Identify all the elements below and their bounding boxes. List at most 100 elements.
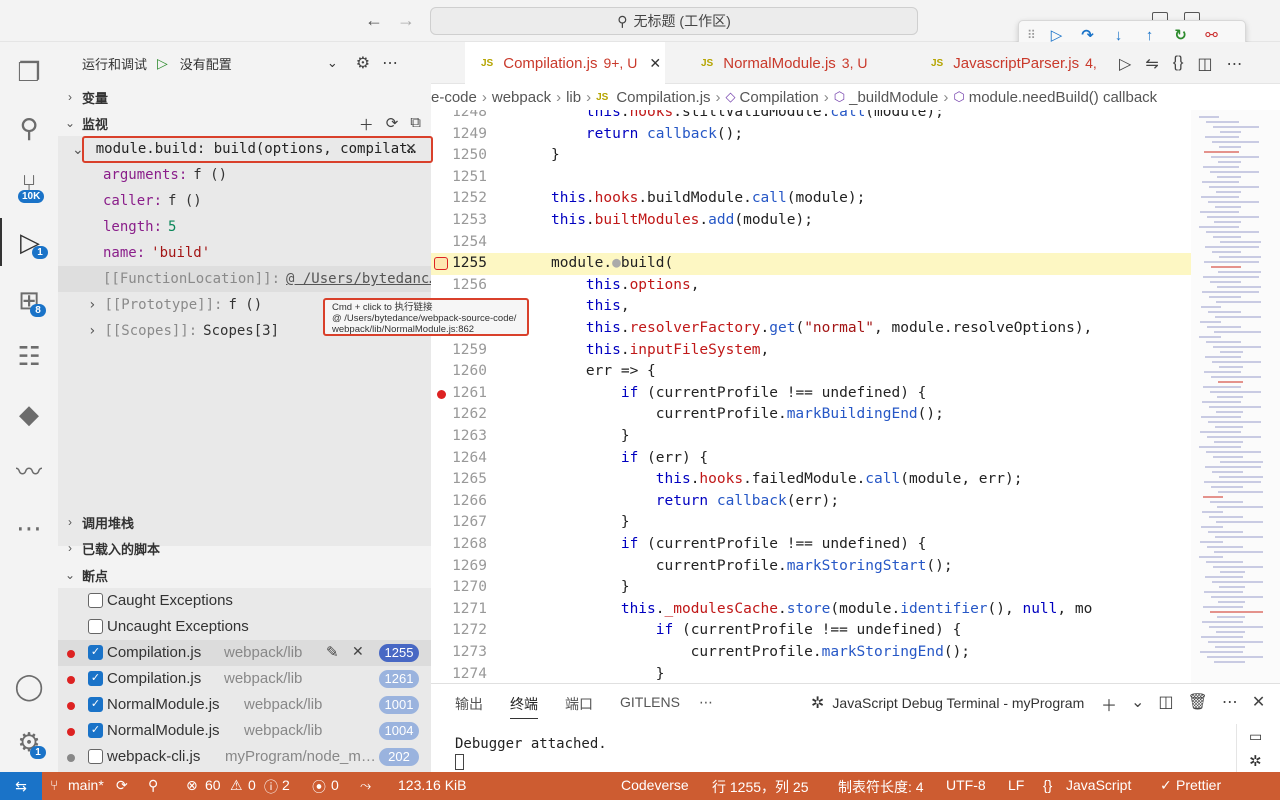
breakpoint-row[interactable]: ✓ NormalModule.js webpack/lib 1004 — [58, 718, 431, 744]
end-of-line[interactable]: LF — [1008, 777, 1024, 793]
more-actions-icon[interactable]: ⋯ — [382, 53, 398, 73]
code-line[interactable]: 1261 if (currentProfile !== undefined) { — [431, 383, 1191, 405]
collapse-all-icon[interactable]: ⧉ — [410, 114, 421, 135]
sync-icon[interactable]: ⟳ — [116, 777, 128, 794]
chevron-down-icon[interactable]: ⌄ — [1131, 692, 1144, 716]
breadcrumb-item[interactable]: e-code — [431, 89, 477, 106]
encoding[interactable]: UTF-8 — [946, 777, 986, 793]
section-call-stack[interactable]: › 调用堆栈 — [58, 509, 431, 535]
panel-tab-output[interactable]: 输出 — [455, 694, 483, 714]
git-graph-icon[interactable]: ⚲ — [148, 777, 158, 794]
checkbox[interactable] — [88, 619, 103, 634]
info-count[interactable]: 2 — [282, 777, 290, 793]
code-editor[interactable]: 1248 this.hooks.stillValidModule.call(mo… — [431, 110, 1280, 683]
extensions-icon[interactable]: ⊞ 8 — [0, 276, 58, 324]
section-loaded-scripts[interactable]: › 已载入的脚本 — [58, 535, 431, 561]
code-line[interactable]: 1257 this, — [431, 296, 1191, 318]
panel-tab-ports[interactable]: 端口 — [565, 694, 593, 714]
edit-pencil-icon[interactable]: ✎ — [326, 643, 339, 661]
breakpoint-row[interactable]: webpack-cli.js myProgram/node_m… 202 — [58, 744, 431, 770]
checkbox[interactable]: ✓ — [88, 671, 103, 686]
more-icon[interactable]: ⋯ — [0, 504, 58, 552]
code-line[interactable]: 1263 } — [431, 426, 1191, 448]
code-line[interactable]: 1264 if (err) { — [431, 448, 1191, 470]
kotlin-icon[interactable]: ◆ — [0, 390, 58, 438]
watch-child-row[interactable]: length: 5 — [58, 214, 431, 240]
error-count[interactable]: 60 — [205, 777, 221, 793]
checkbox[interactable]: ✓ — [88, 723, 103, 738]
debug-launch-icon[interactable]: ⤳ — [360, 777, 371, 794]
code-line[interactable]: 1254 — [431, 232, 1191, 254]
git-branch[interactable]: main* — [68, 777, 104, 793]
function-location-link[interactable]: @ /Users/bytedanc… — [286, 271, 431, 287]
ports-count[interactable]: 0 — [331, 777, 339, 793]
breadcrumb-item[interactable]: module.needBuild() callback — [969, 89, 1157, 106]
start-debugging-icon[interactable]: ▷ — [157, 55, 168, 72]
run-icon[interactable]: ▷ — [1119, 54, 1131, 74]
breadcrumb-item[interactable]: lib — [566, 89, 581, 106]
refresh-icon[interactable]: ⟳ — [386, 114, 399, 135]
code-line[interactable]: 1248 this.hooks.stillValidModule.call(mo… — [431, 110, 1191, 124]
code-line[interactable]: 1260 err => { — [431, 361, 1191, 383]
code-line[interactable]: 1270 } — [431, 577, 1191, 599]
section-variables[interactable]: › 变量 — [58, 84, 431, 110]
code-line[interactable]: 1265 this.hooks.failedModule.call(module… — [431, 469, 1191, 491]
settings-gear-icon[interactable]: ⚙ 1 — [0, 718, 58, 766]
more-actions-icon[interactable]: ⋯ — [1222, 692, 1238, 716]
code-line[interactable]: 1267 } — [431, 512, 1191, 534]
testing-icon[interactable]: ☷ — [0, 332, 58, 380]
search-icon[interactable]: ⚲ — [0, 104, 58, 152]
section-breakpoints[interactable]: ⌄ 断点 — [58, 562, 431, 588]
checkbox[interactable] — [88, 749, 103, 764]
explorer-icon[interactable]: ❐ — [0, 48, 58, 96]
trash-icon[interactable]: 🗑 — [1188, 692, 1208, 716]
panel-tab-gitlens[interactable]: GITLENS — [620, 694, 680, 710]
breakpoint-row[interactable]: ✓ NormalModule.js webpack/lib 1001 — [58, 692, 431, 718]
breadcrumb-item[interactable]: _buildModule — [849, 89, 938, 106]
open-launch-json-gear-icon[interactable]: ⚙ — [356, 53, 370, 73]
remote-icon[interactable]: ⇆ — [0, 772, 42, 800]
watch-child-row[interactable]: caller: f () — [58, 188, 431, 214]
language-mode[interactable]: JavaScript — [1066, 777, 1131, 793]
watch-child-row[interactable]: [[FunctionLocation]]: @ /Users/bytedanc… — [58, 266, 431, 292]
wave-icon[interactable]: 〰 — [0, 446, 58, 494]
run-debug-icon[interactable]: ▷ 1 — [0, 218, 58, 266]
breadcrumb-item[interactable]: Compilation.js — [616, 89, 710, 106]
breakpoint-row[interactable]: Caught Exceptions — [58, 588, 431, 614]
checkbox[interactable]: ✓ — [88, 697, 103, 712]
code-line[interactable]: 1271 this._modulesCache.store(module.ide… — [431, 599, 1191, 621]
code-line[interactable]: 1249 return callback(); — [431, 124, 1191, 146]
checkbox[interactable] — [88, 593, 103, 608]
code-line[interactable]: 1274 } — [431, 664, 1191, 683]
account-icon[interactable]: ◯ — [0, 662, 58, 710]
panel-tab-terminal[interactable]: 终端 — [510, 694, 538, 719]
more-actions-icon[interactable]: ⋯ — [1227, 54, 1243, 74]
breadcrumb-item[interactable]: webpack — [492, 89, 551, 106]
watch-child-row[interactable]: name: 'build' — [58, 240, 431, 266]
source-control-icon[interactable]: ⑂ 10K — [0, 160, 58, 208]
breakpoint-row[interactable]: Uncaught Exceptions — [58, 614, 431, 640]
minimap[interactable] — [1191, 110, 1280, 683]
braces-icon[interactable]: {} — [1173, 54, 1184, 74]
tab-javascriptparser[interactable]: JS JavascriptParser.js 4, — [915, 42, 1109, 84]
code-line[interactable]: 1251 — [431, 167, 1191, 189]
split-editor-icon[interactable]: ◫ — [1197, 54, 1212, 74]
breadcrumb-item[interactable]: Compilation — [740, 89, 819, 106]
tab-normalmodule[interactable]: JS NormalModule.js 3, U — [685, 42, 885, 84]
tab-compilation[interactable]: JS Compilation.js 9+, U ✕ — [465, 42, 665, 84]
split-terminal-icon[interactable]: ◫ — [1158, 692, 1173, 716]
warning-count[interactable]: 0 — [248, 777, 256, 793]
breakpoint-row[interactable]: ✓ Compilation.js webpack/lib ✎ ✕ 1255 — [58, 640, 431, 666]
launch-config-select[interactable]: 没有配置 ⌄ — [174, 51, 344, 75]
close-icon[interactable]: ✕ — [649, 55, 661, 72]
debug-bug-icon[interactable]: ✲ — [1249, 752, 1262, 770]
code-line[interactable]: 1266 return callback(err); — [431, 491, 1191, 513]
drag-grip-icon[interactable]: ⠿ — [1027, 28, 1041, 42]
remove-icon[interactable]: ✕ — [352, 643, 364, 660]
code-line[interactable]: 1262 currentProfile.markBuildingEnd(); — [431, 404, 1191, 426]
formatter-status[interactable]: Prettier — [1176, 777, 1221, 793]
checkbox[interactable]: ✓ — [88, 645, 103, 660]
tab-size[interactable]: 制表符长度: 4 — [838, 777, 924, 797]
command-center-search[interactable]: ⚲ 无标题 (工作区) — [430, 7, 918, 35]
forward-arrow-icon[interactable]: → — [397, 10, 415, 31]
